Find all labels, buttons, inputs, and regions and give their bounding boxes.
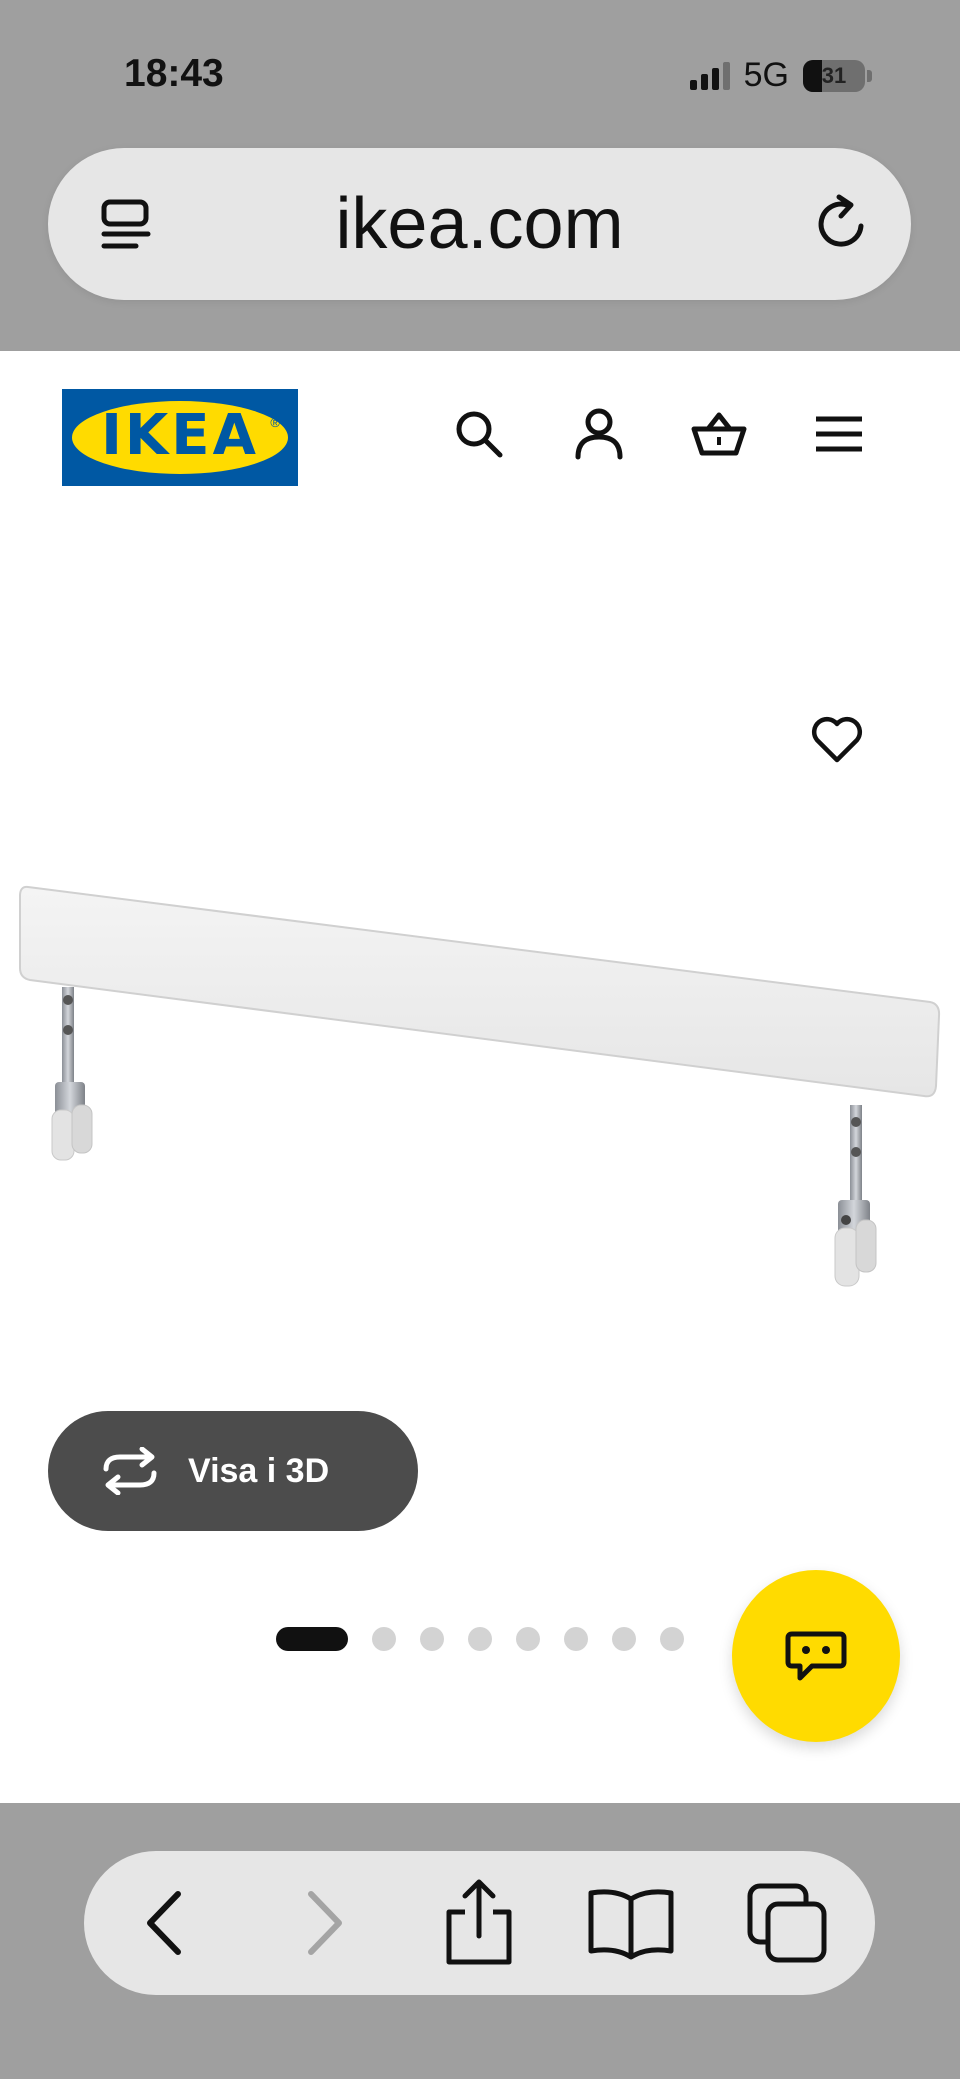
account-icon[interactable] xyxy=(570,405,628,463)
reload-icon[interactable] xyxy=(811,192,875,256)
forward-button[interactable] xyxy=(274,1851,374,1995)
forward-icon xyxy=(308,1891,342,1955)
tabs-icon xyxy=(747,1883,827,1963)
tabs-button[interactable] xyxy=(737,1851,837,1995)
bookmarks-icon xyxy=(588,1889,674,1960)
gallery-dot[interactable] xyxy=(468,1627,492,1651)
share-button[interactable] xyxy=(429,1851,529,1995)
gallery-dot[interactable] xyxy=(372,1627,396,1651)
rotate-3d-icon xyxy=(103,1447,157,1495)
gallery-dot[interactable] xyxy=(516,1627,540,1651)
chat-button[interactable] xyxy=(732,1570,900,1742)
logo-text: IKEA xyxy=(101,403,259,468)
gallery-dot-active[interactable] xyxy=(276,1627,348,1651)
search-icon[interactable] xyxy=(450,405,508,463)
status-indicators: 5G 31 xyxy=(689,56,872,95)
browser-toolbar xyxy=(84,1851,875,1995)
back-button[interactable] xyxy=(115,1851,215,1995)
battery-icon: 31 xyxy=(803,59,865,92)
bookmarks-button[interactable] xyxy=(581,1851,681,1995)
battery-percent: 31 xyxy=(821,62,847,88)
browser-top-chrome: 18:43 5G 31 ikea.com xyxy=(0,0,960,351)
gallery-dot[interactable] xyxy=(612,1627,636,1651)
url-text[interactable]: ikea.com xyxy=(48,148,911,300)
menu-icon[interactable] xyxy=(810,405,868,463)
view-3d-button[interactable]: Visa i 3D xyxy=(48,1411,418,1531)
view-3d-label: Visa i 3D xyxy=(188,1451,330,1490)
ikea-logo[interactable]: IKEA ® xyxy=(62,389,298,486)
gallery-dot[interactable] xyxy=(564,1627,588,1651)
network-label: 5G xyxy=(743,56,789,94)
back-icon xyxy=(147,1891,181,1955)
gallery-dot[interactable] xyxy=(660,1627,684,1651)
signal-icon xyxy=(689,61,730,90)
chat-bubble-icon xyxy=(785,1631,847,1681)
heart-outline-icon[interactable] xyxy=(808,710,866,768)
share-icon xyxy=(446,1879,512,1965)
product-image[interactable] xyxy=(0,860,960,1330)
gallery-dot[interactable] xyxy=(420,1627,444,1651)
cart-icon[interactable] xyxy=(690,405,748,463)
gallery-pagination xyxy=(276,1627,684,1651)
url-bar[interactable]: ikea.com xyxy=(48,148,911,300)
status-time: 18:43 xyxy=(124,52,224,95)
